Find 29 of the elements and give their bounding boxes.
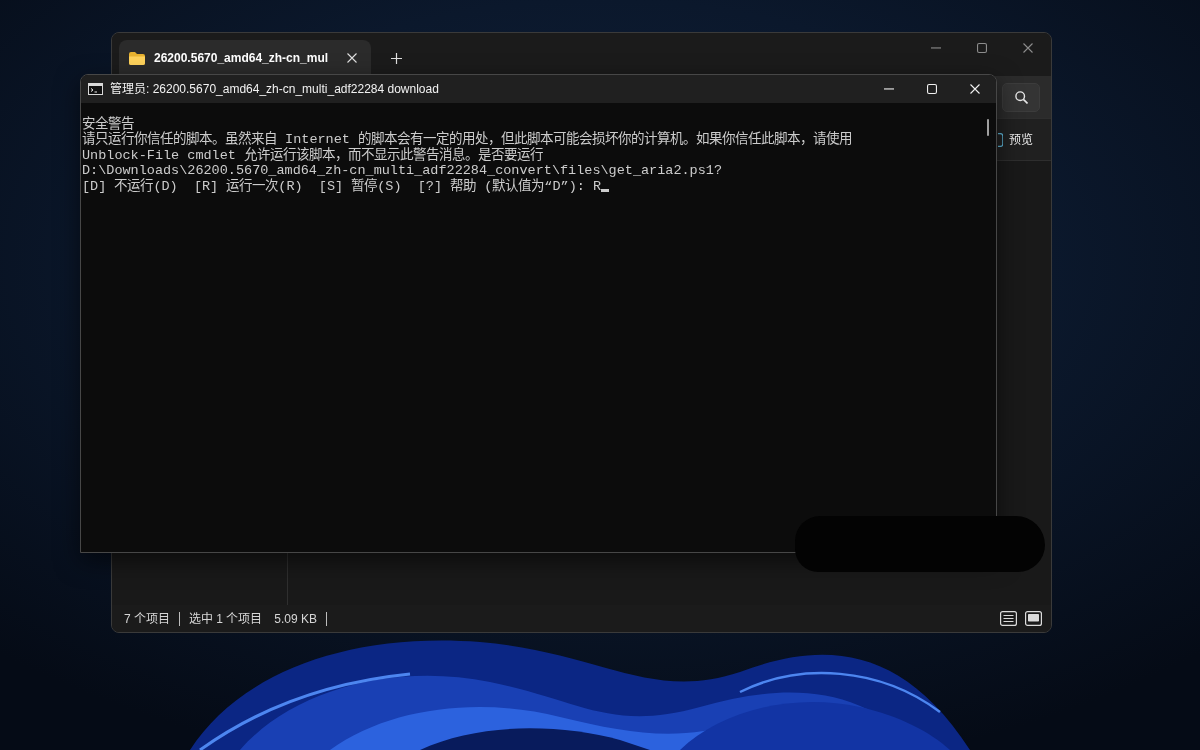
scrollbar-thumb[interactable]: [987, 119, 989, 136]
console-line: 请只运行你信任的脚本。虽然来自 Internet 的脚本会有一定的用处，但此脚本可能会损坏你的计算机。如果你信任此脚本，请使用: [82, 132, 852, 148]
close-icon: [347, 53, 358, 63]
terminal-icon: [88, 83, 103, 95]
search-icon: [1014, 90, 1028, 104]
preview-view-button[interactable]: [1025, 611, 1042, 626]
console-line: Unblock-File cmdlet 允许运行该脚本，而不显示此警告消息。是否要运行: [82, 147, 544, 164]
close-icon: [969, 84, 980, 94]
minimize-icon: [931, 47, 941, 49]
details-view-button[interactable]: [1000, 611, 1017, 626]
preview-pane-icon: [998, 132, 1003, 147]
item-count: 7 个项目: [124, 610, 170, 628]
window-title: 管理员: 26200.5670_amd64_zh-cn_multi_adf22284 download: [110, 81, 439, 98]
preview-view-icon: [1025, 611, 1042, 626]
maximize-icon: [977, 43, 987, 53]
file-size: 5.09 KB: [274, 610, 318, 628]
details-view-icon: [1000, 611, 1017, 626]
search-button[interactable]: [1002, 82, 1040, 112]
close-icon: [1023, 43, 1033, 53]
console-line: [D] 不运行(D) [R] 运行一次(R) [S] 暂停(S) [?] 帮助 (默认值为“D”): R: [82, 178, 602, 195]
plus-icon: [390, 52, 402, 64]
console-line: 安全警告: [82, 117, 134, 132]
selection-count: 选中 1 个项目: [189, 610, 263, 628]
console-line: D:\Downloads\26200.5670_amd64_zh-cn_multi_adf22284_convert\files\get_aria2.ps1?: [82, 163, 722, 179]
preview-button[interactable]: 预览: [998, 126, 1037, 153]
minimize-icon: [883, 88, 894, 90]
folder-icon: [129, 51, 145, 65]
maximize-icon: [926, 84, 937, 94]
folder-tab[interactable]: 26200.5670_amd64_zh-cn_mul: [119, 40, 372, 76]
